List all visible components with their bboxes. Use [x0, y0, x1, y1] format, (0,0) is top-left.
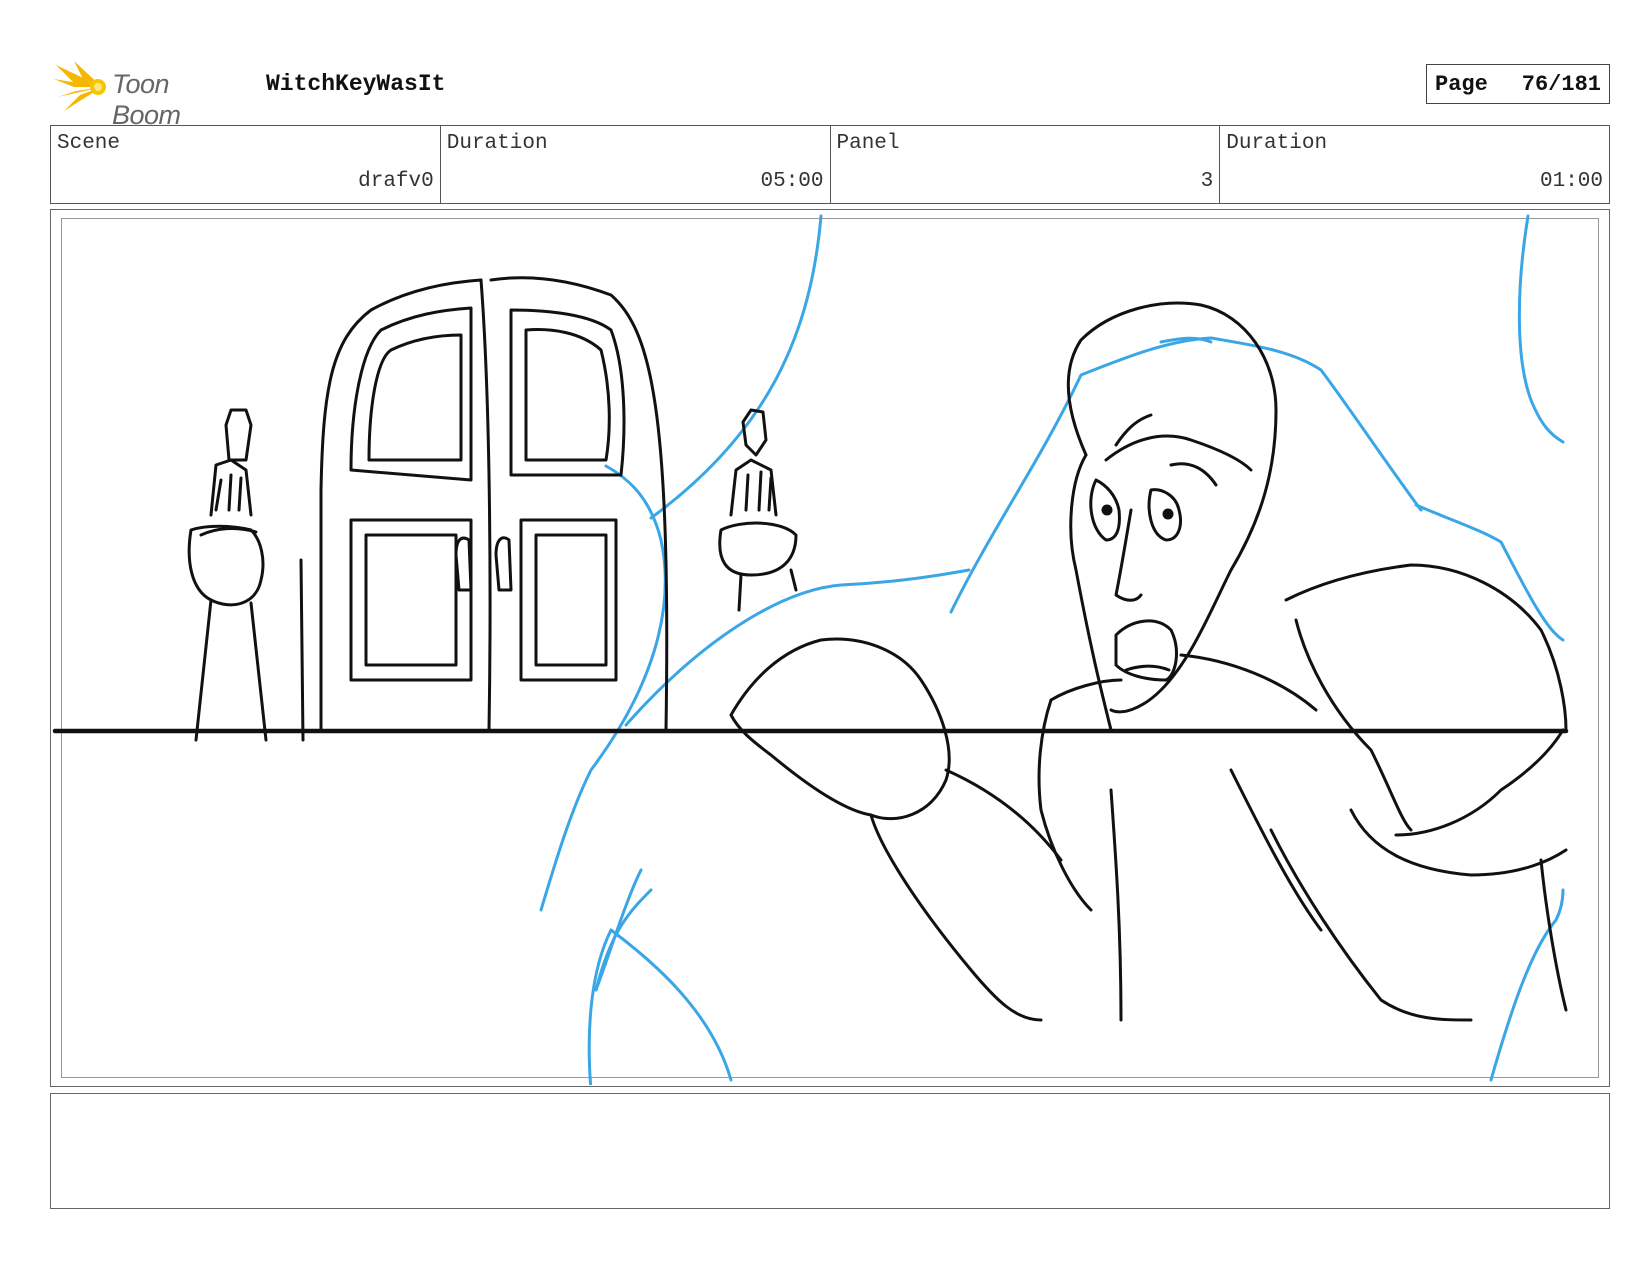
toon-boom-logo: Toon Boom	[54, 55, 244, 130]
blue-rough-lines	[539, 214, 1565, 1085]
panel-sketch	[52, 214, 1569, 1085]
page-indicator: Page 76/181	[1426, 64, 1610, 104]
scene-cell: Scene drafv0	[51, 126, 441, 203]
storyboard-header: Toon Boom WitchKeyWasIt Page 76/181	[50, 55, 1610, 130]
logo-text: Toon Boom	[112, 69, 181, 130]
page-label: Page	[1435, 71, 1488, 97]
starburst-icon	[54, 61, 106, 111]
scene-duration-label: Duration	[446, 132, 548, 155]
project-title: WitchKeyWasIt	[266, 71, 446, 97]
scene-duration-value: 05:00	[760, 170, 824, 193]
page-number: 76/181	[1521, 71, 1601, 97]
panel-cell: Panel 3	[831, 126, 1221, 203]
scene-duration-cell: Duration 05:00	[441, 126, 831, 203]
black-sketch-lines	[52, 276, 1569, 1022]
scene-value: drafv0	[358, 170, 434, 193]
panel-notes	[50, 1093, 1610, 1209]
panel-value: 3	[1200, 170, 1214, 193]
panel-duration-cell: Duration 01:00	[1220, 126, 1609, 203]
scene-label: Scene	[57, 132, 121, 155]
panel-duration-label: Duration	[1226, 132, 1328, 155]
panel-label: Panel	[836, 132, 900, 155]
storyboard-panel	[50, 209, 1610, 1087]
panel-info-table: Scene drafv0 Duration 05:00 Panel 3 Dura…	[50, 125, 1610, 204]
panel-duration-value: 01:00	[1539, 170, 1603, 193]
